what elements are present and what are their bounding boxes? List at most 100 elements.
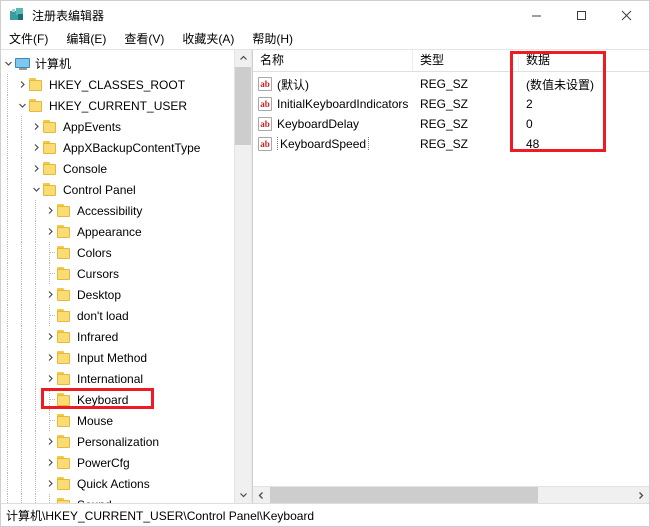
tree-item-infrared[interactable]: Infrared xyxy=(1,326,234,347)
tree-vertical-scrollbar[interactable] xyxy=(234,50,251,503)
tree-item-hkey-classes-root[interactable]: HKEY_CLASSES_ROOT xyxy=(1,74,234,95)
chevron-down-icon[interactable] xyxy=(29,179,43,200)
value-row[interactable]: ab KeyboardDelay REG_SZ 0 xyxy=(253,114,649,134)
tree-indent-guide xyxy=(1,326,15,347)
chevron-right-icon[interactable] xyxy=(43,221,57,242)
close-button[interactable] xyxy=(604,1,649,29)
tree-indent-guide xyxy=(15,200,29,221)
list-scroll-track[interactable] xyxy=(270,487,632,503)
registry-tree-pane: 计算机 HKEY_CLASSES_ROOT HKEY_CURRENT_USER App… xyxy=(1,50,252,503)
folder-icon xyxy=(57,497,73,503)
tree-item-input-method[interactable]: Input Method xyxy=(1,347,234,368)
folder-icon xyxy=(57,413,73,428)
chevron-right-icon[interactable] xyxy=(43,452,57,473)
folder-icon xyxy=(57,371,73,386)
scroll-up-icon[interactable] xyxy=(235,50,251,67)
tree-indent-guide xyxy=(29,326,43,347)
tree-indent-guide xyxy=(15,494,29,503)
column-header-type[interactable]: 类型 xyxy=(413,50,519,71)
tree-indent-guide xyxy=(15,179,29,200)
tree-scroll-thumb[interactable] xyxy=(235,67,251,145)
tree-item-quick-actions[interactable]: Quick Actions xyxy=(1,473,234,494)
chevron-right-icon[interactable] xyxy=(43,200,57,221)
menu-favorites[interactable]: 收藏夹(A) xyxy=(182,29,243,49)
tree-item-desktop[interactable]: Desktop xyxy=(1,284,234,305)
value-row[interactable]: ab KeyboardSpeed REG_SZ 48 xyxy=(253,134,649,154)
chevron-right-icon[interactable] xyxy=(43,284,57,305)
tree-item-colors[interactable]: Colors xyxy=(1,242,234,263)
tree-item-[interactable]: 计算机 xyxy=(1,53,234,74)
tree-item-accessibility[interactable]: Accessibility xyxy=(1,200,234,221)
column-header-name[interactable]: 名称 xyxy=(253,50,413,71)
tree-item-cursors[interactable]: Cursors xyxy=(1,263,234,284)
value-type: REG_SZ xyxy=(420,97,469,111)
value-row[interactable]: ab (默认) REG_SZ (数值未设置) xyxy=(253,74,649,94)
tree-item-label: Cursors xyxy=(77,266,120,281)
folder-icon xyxy=(57,203,73,218)
tree-item-appevents[interactable]: AppEvents xyxy=(1,116,234,137)
chevron-right-icon[interactable] xyxy=(43,368,57,389)
tree-leaf-marker xyxy=(43,494,57,503)
chevron-down-icon[interactable] xyxy=(15,95,29,116)
tree-item-control-panel[interactable]: Control Panel xyxy=(1,179,234,200)
tree-item-label: Infrared xyxy=(77,329,119,344)
menu-edit[interactable]: 编辑(E) xyxy=(66,29,115,49)
tree-indent-guide xyxy=(1,242,15,263)
chevron-right-icon[interactable] xyxy=(29,116,43,137)
menu-view[interactable]: 查看(V) xyxy=(124,29,173,49)
tree-item-label: Personalization xyxy=(77,434,160,449)
chevron-right-icon[interactable] xyxy=(43,326,57,347)
folder-icon xyxy=(57,308,73,323)
tree-item-appxbackupcontenttype[interactable]: AppXBackupContentType xyxy=(1,137,234,158)
chevron-right-icon[interactable] xyxy=(43,431,57,452)
value-list[interactable]: ab (默认) REG_SZ (数值未设置) ab InitialKeyboardIndi… xyxy=(253,72,649,486)
scroll-left-icon[interactable] xyxy=(253,487,270,503)
scroll-down-icon[interactable] xyxy=(235,486,251,503)
menu-help[interactable]: 帮助(H) xyxy=(252,29,302,49)
value-row[interactable]: ab InitialKeyboardIndicators REG_SZ 2 xyxy=(253,94,649,114)
scroll-right-icon[interactable] xyxy=(632,487,649,503)
value-type: REG_SZ xyxy=(420,137,469,151)
value-data: 2 xyxy=(526,97,533,111)
value-type-cell: REG_SZ xyxy=(413,97,519,111)
folder-icon xyxy=(57,476,73,491)
tree-item-powercfg[interactable]: PowerCfg xyxy=(1,452,234,473)
folder-icon xyxy=(57,245,73,260)
tree-item-sound[interactable]: Sound xyxy=(1,494,234,503)
list-horizontal-scrollbar[interactable] xyxy=(253,486,649,503)
minimize-button[interactable] xyxy=(514,1,559,29)
chevron-right-icon[interactable] xyxy=(43,473,57,494)
chevron-right-icon[interactable] xyxy=(15,74,29,95)
tree-item-label: AppEvents xyxy=(63,119,122,134)
value-type: REG_SZ xyxy=(420,117,469,131)
menu-file[interactable]: 文件(F) xyxy=(9,29,57,49)
chevron-right-icon[interactable] xyxy=(29,158,43,179)
list-scroll-thumb[interactable] xyxy=(270,487,538,503)
regedit-icon xyxy=(9,7,25,23)
value-data-cell: 48 xyxy=(519,137,649,151)
tree-leaf-marker xyxy=(43,305,57,326)
maximize-button[interactable] xyxy=(559,1,604,29)
tree-item-international[interactable]: International xyxy=(1,368,234,389)
tree-indent-guide xyxy=(29,410,43,431)
chevron-right-icon[interactable] xyxy=(29,137,43,158)
tree-indent-guide xyxy=(1,95,15,116)
tree-indent-guide xyxy=(29,473,43,494)
tree-scroll-track[interactable] xyxy=(235,67,251,486)
registry-tree[interactable]: 计算机 HKEY_CLASSES_ROOT HKEY_CURRENT_USER App… xyxy=(1,50,234,503)
tree-item-hkey-current-user[interactable]: HKEY_CURRENT_USER xyxy=(1,95,234,116)
value-list-pane: 名称 类型 数据 ab (默认) REG_SZ (数值未设置) ab InitialKey… xyxy=(252,50,649,503)
chevron-right-icon[interactable] xyxy=(43,347,57,368)
string-value-icon: ab xyxy=(258,117,272,131)
column-header-data[interactable]: 数据 xyxy=(519,50,649,71)
tree-item-personalization[interactable]: Personalization xyxy=(1,431,234,452)
tree-item-console[interactable]: Console xyxy=(1,158,234,179)
tree-item-mouse[interactable]: Mouse xyxy=(1,410,234,431)
tree-item-appearance[interactable]: Appearance xyxy=(1,221,234,242)
tree-item-label: International xyxy=(77,371,144,386)
tree-indent-guide xyxy=(15,137,29,158)
tree-item-don-t-load[interactable]: don't load xyxy=(1,305,234,326)
tree-item-keyboard[interactable]: Keyboard xyxy=(1,389,234,410)
tree-indent-guide xyxy=(1,305,15,326)
chevron-down-icon[interactable] xyxy=(1,53,15,74)
